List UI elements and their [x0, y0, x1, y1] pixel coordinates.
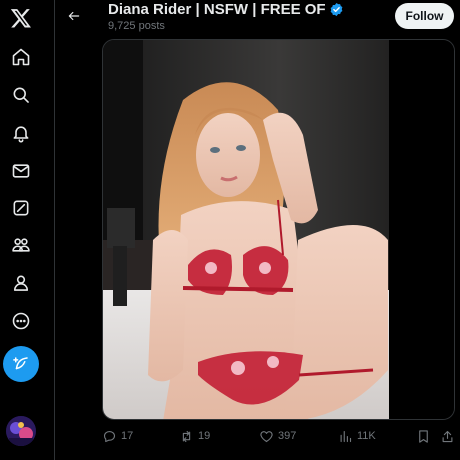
profile-title-row: Diana Rider | NSFW | FREE OF — [108, 1, 344, 18]
column-divider — [54, 0, 55, 460]
post-media-photo[interactable] — [102, 39, 455, 420]
views-button[interactable]: 11K — [338, 425, 376, 447]
photo-illustration — [103, 40, 454, 419]
feather-plus-icon — [13, 357, 28, 370]
post-action-bar: 17 19 397 11K — [100, 425, 460, 447]
profile-icon[interactable] — [5, 267, 37, 299]
reply-count: 17 — [121, 430, 134, 442]
reply-button[interactable]: 17 — [102, 425, 133, 447]
post-count: 9,725 posts — [108, 20, 165, 32]
like-button[interactable]: 397 — [259, 425, 296, 447]
grok-icon[interactable] — [5, 192, 37, 224]
like-heart-icon — [260, 430, 273, 442]
home-icon[interactable] — [5, 41, 37, 73]
repost-arrows-icon — [182, 430, 191, 442]
share-icon — [442, 430, 453, 442]
back-button[interactable] — [62, 4, 86, 28]
verified-badge-icon — [329, 2, 344, 17]
side-navigation — [0, 0, 42, 460]
share-button[interactable] — [440, 425, 455, 447]
notifications-bell-icon[interactable] — [5, 117, 37, 149]
bookmark-button[interactable] — [416, 425, 431, 447]
repost-count: 19 — [198, 430, 211, 442]
compose-post-button[interactable] — [3, 346, 39, 382]
reply-bubble-icon — [103, 430, 116, 442]
messages-envelope-icon[interactable] — [5, 155, 37, 187]
more-circle-icon[interactable] — [5, 305, 37, 337]
x-logo-icon[interactable] — [5, 2, 37, 34]
repost-button[interactable]: 19 — [179, 425, 210, 447]
profile-display-name: Diana Rider | NSFW | FREE OF — [108, 1, 326, 18]
back-arrow-icon — [68, 11, 80, 21]
account-avatar[interactable] — [6, 416, 36, 446]
like-count: 397 — [278, 430, 297, 442]
communities-icon[interactable] — [5, 229, 37, 261]
bookmark-icon — [419, 429, 428, 443]
follow-button[interactable]: Follow — [395, 3, 454, 29]
search-icon[interactable] — [5, 79, 37, 111]
views-count: 11K — [357, 430, 376, 442]
views-chart-icon — [340, 430, 352, 442]
